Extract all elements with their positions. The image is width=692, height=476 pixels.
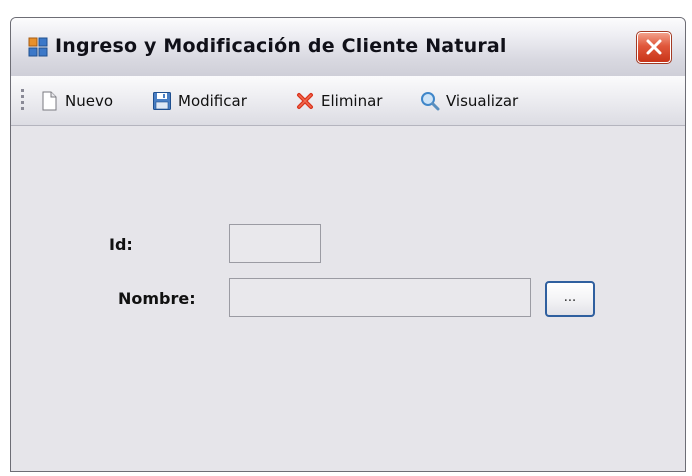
- view-button[interactable]: Visualizar: [420, 88, 518, 114]
- magnifier-icon: [421, 92, 440, 111]
- new-button-label: Nuevo: [65, 92, 114, 110]
- window-title: Ingreso y Modificación de Cliente Natura…: [55, 35, 507, 57]
- app-window-icon: [28, 37, 48, 57]
- close-icon: [646, 39, 662, 55]
- delete-button[interactable]: Eliminar: [295, 88, 382, 114]
- delete-x-icon: [297, 93, 313, 109]
- new-document-icon: [42, 91, 57, 111]
- title-bar[interactable]: Ingreso y Modificación de Cliente Natura…: [11, 18, 685, 77]
- browse-button[interactable]: ...: [545, 281, 595, 317]
- nombre-field[interactable]: [229, 278, 531, 317]
- id-label: Id:: [109, 235, 133, 254]
- toolbar-grip-icon[interactable]: [21, 89, 25, 113]
- client-form-window: Ingreso y Modificación de Cliente Natura…: [10, 17, 686, 472]
- save-disk-icon: [153, 92, 171, 110]
- view-button-label: Visualizar: [446, 92, 519, 110]
- new-button[interactable]: Nuevo: [39, 88, 113, 114]
- modify-button[interactable]: Modificar: [152, 88, 247, 114]
- id-field[interactable]: [229, 224, 321, 263]
- nombre-label: Nombre:: [118, 289, 196, 308]
- toolbar: Nuevo Modificar Eliminar Visualizar: [11, 76, 685, 126]
- close-button[interactable]: [636, 31, 672, 64]
- delete-button-label: Eliminar: [321, 92, 383, 110]
- modify-button-label: Modificar: [178, 92, 247, 110]
